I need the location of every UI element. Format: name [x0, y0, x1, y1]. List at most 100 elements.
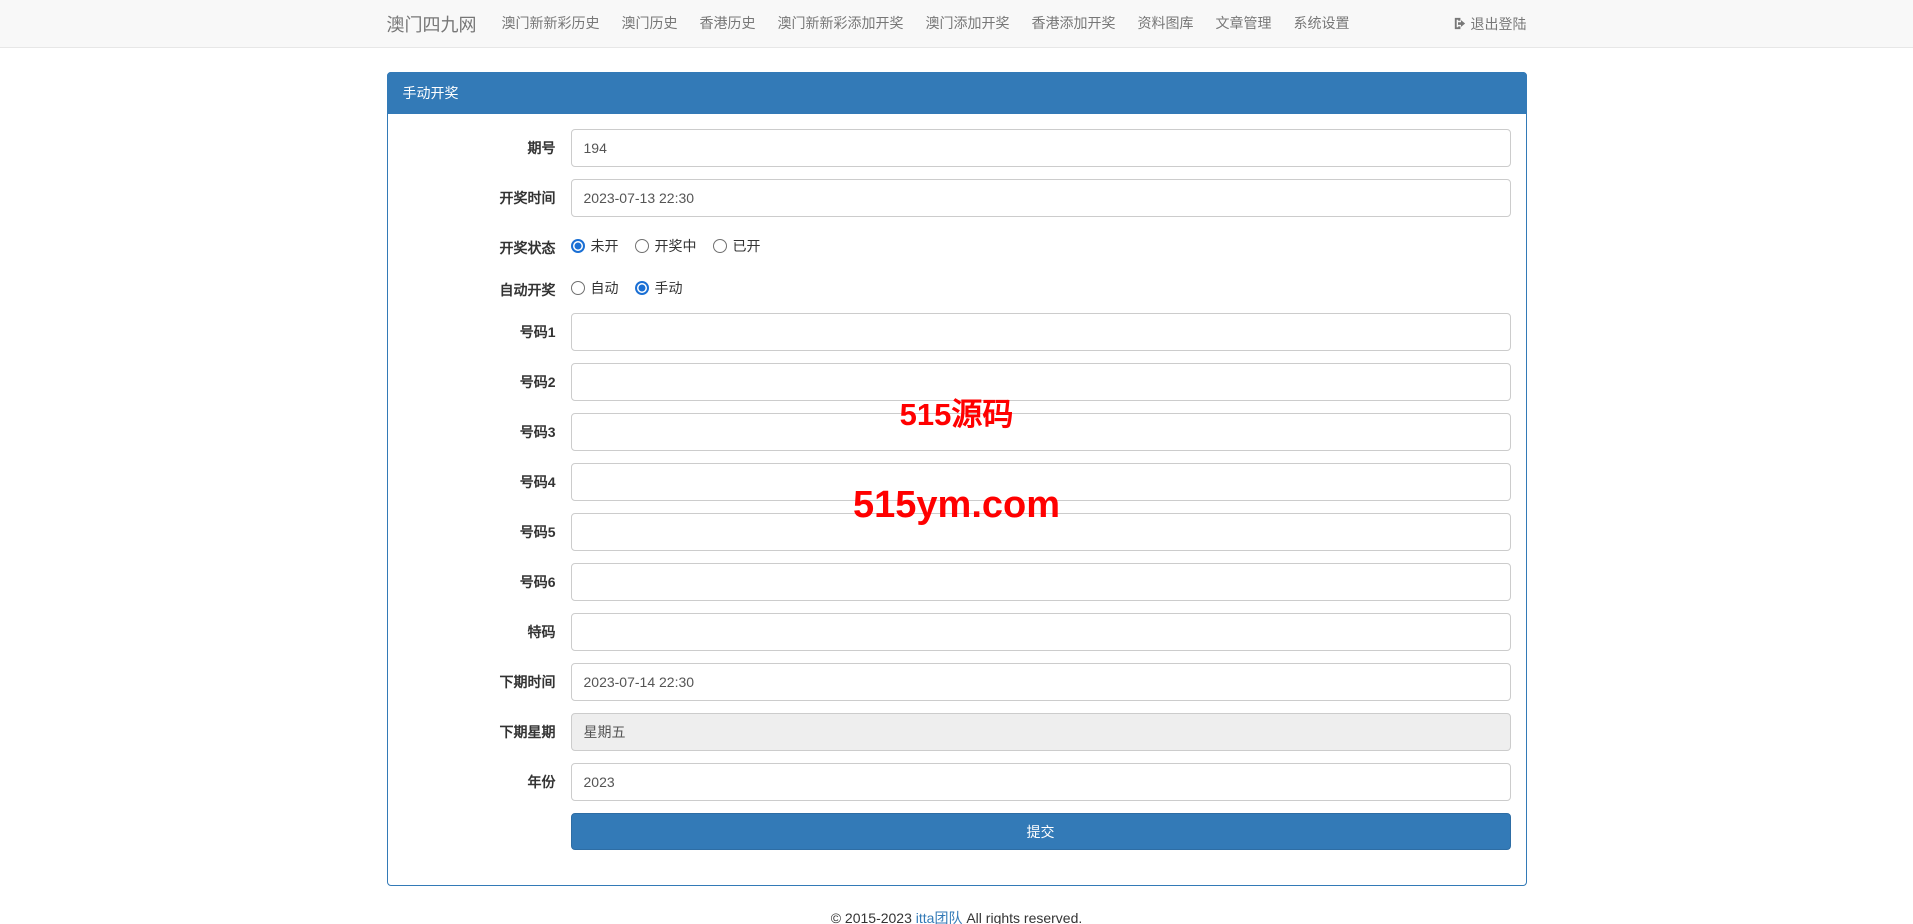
nav-item: 系统设置 — [1283, 0, 1361, 47]
top-navbar: 澳门四九网 澳门新新彩历史澳门历史香港历史澳门新新彩添加开奖澳门添加开奖香港添加… — [0, 0, 1913, 48]
number-6-field — [571, 563, 1511, 601]
radio-icon — [635, 239, 649, 253]
field-draw-time: 开奖时间 — [403, 179, 1511, 217]
nav-link-2[interactable]: 香港历史 — [689, 0, 767, 47]
number-2-field — [571, 363, 1511, 401]
field-number-5: 号码5 — [403, 513, 1511, 551]
auto-draw-label: 自动开奖 — [403, 271, 571, 300]
draw-status-option[interactable]: 已开 — [713, 236, 761, 256]
number-4-input[interactable] — [571, 463, 1511, 501]
number-5-label: 号码5 — [403, 513, 571, 551]
submit-button[interactable]: 提交 — [571, 813, 1511, 850]
nav-menu: 澳门新新彩历史澳门历史香港历史澳门新新彩添加开奖澳门添加开奖香港添加开奖资料图库… — [491, 0, 1361, 47]
radio-icon — [571, 281, 585, 295]
radio-option-label: 自动 — [591, 278, 619, 298]
submit-spacer — [403, 813, 571, 858]
nav-link-3[interactable]: 澳门新新彩添加开奖 — [767, 0, 915, 47]
number-1-input[interactable] — [571, 313, 1511, 351]
radio-option-label: 手动 — [655, 278, 683, 298]
field-special-number: 特码 — [403, 613, 1511, 651]
auto-draw-option[interactable]: 手动 — [635, 278, 683, 298]
issue-number-input[interactable] — [571, 129, 1511, 167]
logout-label: 退出登陆 — [1471, 14, 1527, 34]
footer: © 2015-2023 itta团队 All rights reserved. — [0, 908, 1913, 924]
nav-link-5[interactable]: 香港添加开奖 — [1021, 0, 1127, 47]
nav-link-6[interactable]: 资料图库 — [1127, 0, 1205, 47]
brand-link[interactable]: 澳门四九网 — [387, 11, 477, 37]
radio-option-label: 开奖中 — [655, 236, 697, 256]
radio-icon — [571, 239, 585, 253]
number-3-label: 号码3 — [403, 413, 571, 451]
number-3-input[interactable] — [571, 413, 1511, 451]
number-2-label: 号码2 — [403, 363, 571, 401]
draw-status-option[interactable]: 未开 — [571, 236, 619, 256]
special-number-field — [571, 613, 1511, 651]
next-draw-time-field — [571, 663, 1511, 701]
next-draw-time-input[interactable] — [571, 663, 1511, 701]
nav-item: 文章管理 — [1205, 0, 1283, 47]
logout-link[interactable]: 退出登陆 — [1452, 14, 1527, 34]
number-3-field — [571, 413, 1511, 451]
nav-link-8[interactable]: 系统设置 — [1283, 0, 1361, 47]
submit-row: 提交 — [403, 813, 1511, 858]
draw-time-field — [571, 179, 1511, 217]
nav-item: 澳门新新彩历史 — [491, 0, 611, 47]
next-weekday-input[interactable] — [571, 713, 1511, 751]
number-6-input[interactable] — [571, 563, 1511, 601]
number-5-field — [571, 513, 1511, 551]
field-number-4: 号码4 — [403, 463, 1511, 501]
number-1-label: 号码1 — [403, 313, 571, 351]
nav-item: 澳门新新彩添加开奖 — [767, 0, 915, 47]
field-next-draw-time: 下期时间 — [403, 663, 1511, 701]
main-container: 手动开奖 期号开奖时间开奖状态未开开奖中已开自动开奖自动手动号码1号码2号码3号… — [387, 72, 1527, 886]
nav-link-4[interactable]: 澳门添加开奖 — [915, 0, 1021, 47]
year-field — [571, 763, 1511, 801]
sign-out-icon — [1452, 16, 1471, 31]
field-year: 年份 — [403, 763, 1511, 801]
radio-icon — [713, 239, 727, 253]
special-number-label: 特码 — [403, 613, 571, 651]
manual-draw-panel: 手动开奖 期号开奖时间开奖状态未开开奖中已开自动开奖自动手动号码1号码2号码3号… — [387, 72, 1527, 886]
nav-item: 澳门添加开奖 — [915, 0, 1021, 47]
number-4-label: 号码4 — [403, 463, 571, 501]
field-next-weekday: 下期星期 — [403, 713, 1511, 751]
field-draw-status: 开奖状态未开开奖中已开 — [403, 229, 1511, 258]
year-input[interactable] — [571, 763, 1511, 801]
radio-icon — [635, 281, 649, 295]
nav-item: 香港历史 — [689, 0, 767, 47]
number-5-input[interactable] — [571, 513, 1511, 551]
draw-time-label: 开奖时间 — [403, 179, 571, 217]
navbar-container: 澳门四九网 澳门新新彩历史澳门历史香港历史澳门新新彩添加开奖澳门添加开奖香港添加… — [387, 0, 1527, 47]
nav-link-7[interactable]: 文章管理 — [1205, 0, 1283, 47]
manual-draw-form: 期号开奖时间开奖状态未开开奖中已开自动开奖自动手动号码1号码2号码3号码4号码5… — [403, 129, 1511, 801]
number-2-input[interactable] — [571, 363, 1511, 401]
next-draw-time-label: 下期时间 — [403, 663, 571, 701]
field-number-3: 号码3 — [403, 413, 1511, 451]
copyright-prefix: © 2015-2023 — [831, 910, 916, 924]
draw-time-input[interactable] — [571, 179, 1511, 217]
issue-number-field — [571, 129, 1511, 167]
panel-title: 手动开奖 — [387, 72, 1527, 114]
field-number-1: 号码1 — [403, 313, 1511, 351]
special-number-input[interactable] — [571, 613, 1511, 651]
field-auto-draw: 自动开奖自动 手动 — [403, 271, 1511, 300]
draw-status-field: 未开 开奖中 已开 — [571, 229, 1511, 256]
team-link[interactable]: itta团队 — [916, 910, 963, 924]
auto-draw-option[interactable]: 自动 — [571, 278, 619, 298]
radio-option-label: 已开 — [733, 236, 761, 256]
next-weekday-field — [571, 713, 1511, 751]
next-weekday-label: 下期星期 — [403, 713, 571, 751]
number-4-field — [571, 463, 1511, 501]
radio-option-label: 未开 — [591, 236, 619, 256]
copyright-suffix: All rights reserved. — [962, 910, 1082, 924]
draw-status-option[interactable]: 开奖中 — [635, 236, 697, 256]
number-6-label: 号码6 — [403, 563, 571, 601]
auto-draw-field: 自动 手动 — [571, 271, 1511, 298]
nav-item: 澳门历史 — [611, 0, 689, 47]
nav-item: 香港添加开奖 — [1021, 0, 1127, 47]
field-issue-number: 期号 — [403, 129, 1511, 167]
nav-item: 资料图库 — [1127, 0, 1205, 47]
nav-link-0[interactable]: 澳门新新彩历史 — [491, 0, 611, 47]
field-number-2: 号码2 — [403, 363, 1511, 401]
nav-link-1[interactable]: 澳门历史 — [611, 0, 689, 47]
